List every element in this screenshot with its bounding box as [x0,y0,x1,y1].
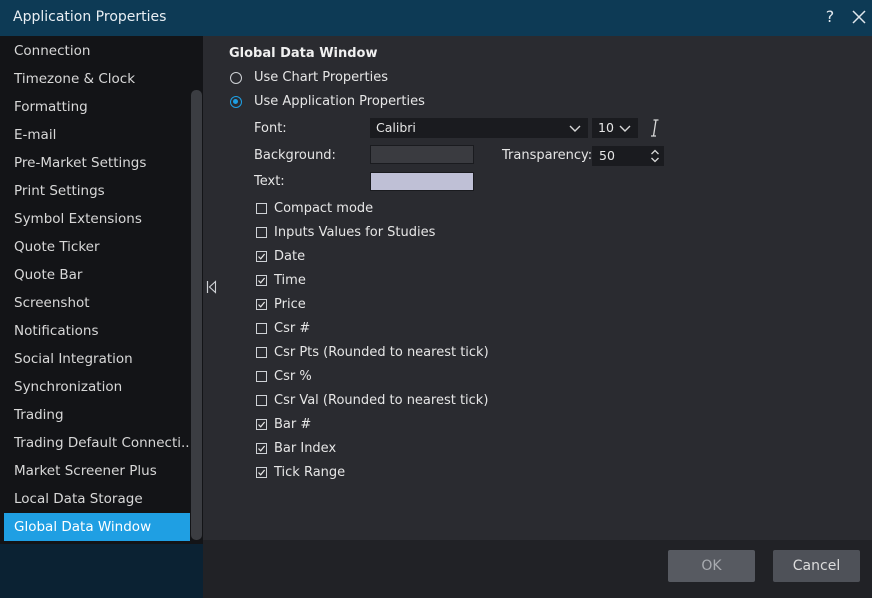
chevron-down-icon [569,125,581,132]
sidebar-item-trading-default-connecti[interactable]: Trading Default Connecti... [4,429,190,457]
checkbox-csr-val-rounded-to-nearest-tick[interactable] [256,395,267,406]
section-heading: Global Data Window [229,46,378,61]
window-title: Application Properties [13,9,167,25]
checkmark-icon [258,445,266,452]
font-size-select[interactable]: 10 [592,118,638,138]
checkbox-label-csr-val-rounded-to-nearest-tick[interactable]: Csr Val (Rounded to nearest tick) [274,393,488,408]
chevron-down-icon [619,125,631,132]
sidebar-item-screenshot[interactable]: Screenshot [4,289,190,317]
ok-button[interactable]: OK [668,550,755,582]
checkbox-label-compact-mode[interactable]: Compact mode [274,201,373,216]
checkbox-compact-mode[interactable] [256,203,267,214]
checkbox-label-csr[interactable]: Csr # [274,321,310,336]
checkbox-csr[interactable] [256,323,267,334]
dialog-footer: OK Cancel [203,540,872,598]
sidebar-item-connection[interactable]: Connection [4,37,190,65]
help-icon[interactable]: ? [823,7,837,26]
checkbox-tick-range[interactable] [256,467,267,478]
sidebar-scrollbar-thumb[interactable] [191,90,202,540]
checkbox-label-date[interactable]: Date [274,249,305,264]
sidebar-item-e-mail[interactable]: E-mail [4,121,190,149]
checkbox-csr-pts-rounded-to-nearest-tick[interactable] [256,347,267,358]
transparency-spinner[interactable]: 50 [592,146,664,166]
checkbox-label-time[interactable]: Time [274,273,306,288]
checkbox-label-bar-index[interactable]: Bar Index [274,441,336,456]
sidebar-item-notifications[interactable]: Notifications [4,317,190,345]
checkmark-icon [258,469,266,476]
sidebar-item-quote-bar[interactable]: Quote Bar [4,261,190,289]
text-cursor-icon[interactable] [650,119,660,137]
settings-sidebar: Connection Timezone & Clock Formatting E-ma… [0,36,203,544]
sidebar-item-formatting[interactable]: Formatting [4,93,190,121]
radio-label-use-application-properties[interactable]: Use Application Properties [254,94,425,109]
sidebar-item-market-screener-plus[interactable]: Market Screener Plus [4,457,190,485]
sidebar-item-trading[interactable]: Trading [4,401,190,429]
checkbox-date[interactable] [256,251,267,262]
text-color-label: Text: [254,174,285,189]
sidebar-item-global-data-window[interactable]: Global Data Window [4,513,190,541]
checkbox-label-price[interactable]: Price [274,297,306,312]
background-color-swatch[interactable] [370,145,474,164]
checkbox-bar[interactable] [256,419,267,430]
font-label: Font: [254,121,287,136]
checkmark-icon [258,421,266,428]
checkbox-price[interactable] [256,299,267,310]
radio-use-application-properties[interactable] [230,96,242,108]
background-label: Background: [254,148,336,163]
sidebar-item-social-integration[interactable]: Social Integration [4,345,190,373]
transparency-value: 50 [599,148,615,163]
sidebar-item-local-data-storage[interactable]: Local Data Storage [4,485,190,513]
transparency-label: Transparency: [502,148,593,163]
sidebar-item-print-settings[interactable]: Print Settings [4,177,190,205]
sidebar-item-timezone-clock[interactable]: Timezone & Clock [4,65,190,93]
title-bar: Application Properties ? [0,0,872,36]
checkbox-csr[interactable] [256,371,267,382]
checkbox-label-tick-range[interactable]: Tick Range [274,465,345,480]
checkbox-bar-index[interactable] [256,443,267,454]
sidebar-item-symbol-extensions[interactable]: Symbol Extensions [4,205,190,233]
checkbox-label-csr[interactable]: Csr % [274,369,312,384]
sidebar-item-pre-market-settings[interactable]: Pre-Market Settings [4,149,190,177]
font-size-value: 10 [598,120,614,135]
checkbox-inputs-values-for-studies[interactable] [256,227,267,238]
sidebar-item-quote-ticker[interactable]: Quote Ticker [4,233,190,261]
radio-label-use-chart-properties[interactable]: Use Chart Properties [254,70,388,85]
font-family-value: Calibri [376,120,416,135]
checkbox-label-bar[interactable]: Bar # [274,417,311,432]
checkmark-icon [258,277,266,284]
checkmark-icon [258,253,266,260]
panel-splitter[interactable] [203,36,220,544]
radio-use-chart-properties[interactable] [230,72,242,84]
spinner-arrows-icon[interactable] [650,148,660,164]
text-color-swatch[interactable] [370,172,474,191]
settings-panel: Global Data Window Use Chart Properties … [220,36,872,540]
checkbox-label-csr-pts-rounded-to-nearest-tick[interactable]: Csr Pts (Rounded to nearest tick) [274,345,489,360]
checkbox-time[interactable] [256,275,267,286]
cancel-button[interactable]: Cancel [773,550,860,582]
collapse-left-icon[interactable] [206,280,217,294]
close-icon[interactable] [850,8,868,26]
checkmark-icon [258,301,266,308]
font-family-select[interactable]: Calibri [370,118,588,138]
checkbox-label-inputs-values-for-studies[interactable]: Inputs Values for Studies [274,225,435,240]
sidebar-item-synchronization[interactable]: Synchronization [4,373,190,401]
